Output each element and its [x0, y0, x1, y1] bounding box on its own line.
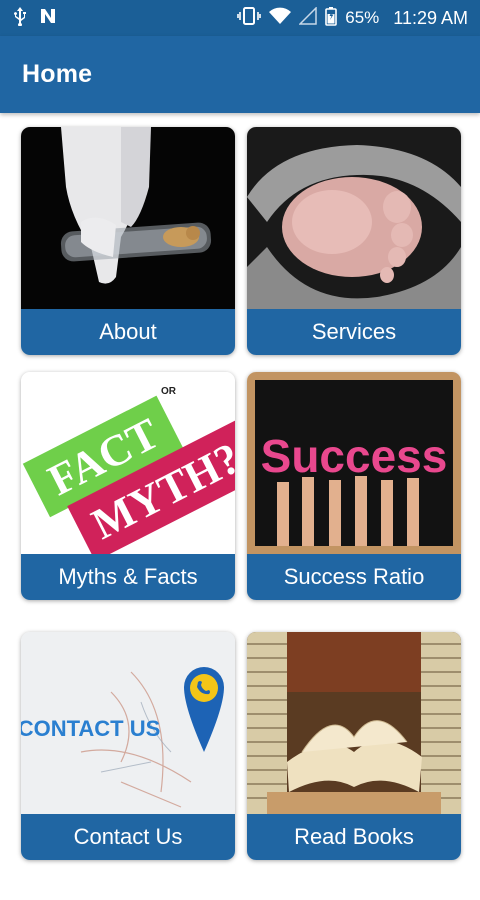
about-tile[interactable]: About [21, 127, 235, 355]
baby-feet-hands-image [247, 127, 461, 309]
services-tile[interactable]: Services [247, 127, 461, 355]
app-bar: Home [0, 36, 480, 113]
services-label: Services [247, 309, 461, 355]
usb-icon [12, 6, 28, 31]
or-text: OR [161, 386, 177, 397]
vibrate-icon [237, 6, 262, 31]
clock: 11:29 AM [393, 7, 468, 28]
page-title: Home [22, 60, 93, 88]
contact-us-label: Contact Us [21, 814, 235, 860]
read-books-label: Read Books [247, 814, 461, 860]
lab-test-tube-image [21, 127, 235, 309]
success-text: Success [261, 430, 448, 482]
about-label: About [21, 309, 235, 355]
wifi-icon [269, 7, 292, 30]
myths-facts-tile[interactable]: FACT MYTH? OR Myths & Facts [21, 372, 235, 600]
success-ratio-tile[interactable]: Success Success Ratio [247, 372, 461, 600]
battery-percentage: 65% [345, 8, 380, 27]
contact-map-pin-image: CONTACT US [21, 632, 235, 814]
n-notification-icon [38, 6, 58, 31]
status-bar: 65% 11:29 AM [0, 0, 480, 36]
contact-us-tile[interactable]: CONTACT US Contact Us [21, 632, 235, 860]
myths-facts-label: Myths & Facts [21, 554, 235, 600]
read-books-tile[interactable]: Read Books [247, 632, 461, 860]
battery-icon [325, 6, 338, 31]
fact-myth-image: FACT MYTH? OR [21, 372, 235, 554]
contact-us-image-text: CONTACT US [21, 716, 160, 741]
home-grid: About Services FACT MYTH? OR Myths & Fac… [0, 113, 480, 900]
success-ratio-label: Success Ratio [247, 554, 461, 600]
success-blackboard-image: Success [247, 372, 461, 554]
open-books-image [247, 632, 461, 814]
signal-icon [298, 5, 317, 30]
